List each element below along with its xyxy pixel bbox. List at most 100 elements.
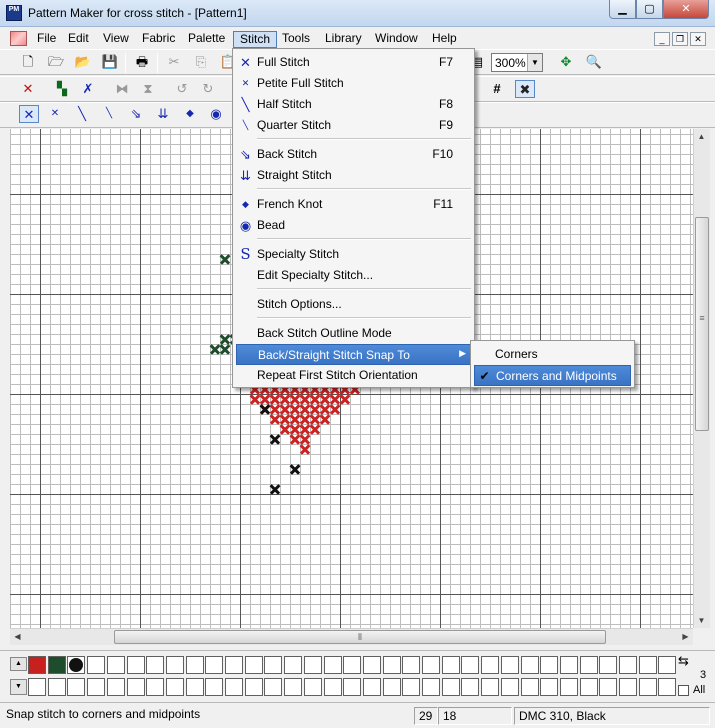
mdi-minimize-button[interactable]: _ [654,32,670,46]
palette-slot-empty[interactable] [47,678,66,696]
palette-slot-empty[interactable] [106,656,125,674]
fill-icon[interactable]: ▚ [52,80,72,98]
palette-slot-empty[interactable] [343,678,362,696]
palette-slot-empty[interactable] [559,656,578,674]
menu-window[interactable]: Window [369,31,424,48]
palette-slot-empty[interactable] [28,678,46,696]
menu-help[interactable]: Help [426,31,463,48]
palette-down-icon[interactable]: ▼ [10,679,27,695]
print-icon[interactable]: 🖶 [132,53,152,71]
bead-tool-icon[interactable]: ◉ [206,105,226,123]
menu-item-back-stitch-outline-mode[interactable]: Back Stitch Outline Mode [236,323,471,344]
palette-slot-empty[interactable] [165,678,184,696]
horizontal-scrollbar[interactable]: ◀ ⦀ ▶ [10,628,693,645]
palette-slot-empty[interactable] [461,656,480,674]
back-stitch-tool-icon[interactable]: ⇘ [126,105,146,123]
palette-slot-empty[interactable] [540,656,559,674]
palette-slot-empty[interactable] [303,678,322,696]
palette-slot-empty[interactable] [146,678,165,696]
palette-slot-empty[interactable] [559,678,578,696]
mdi-restore-button[interactable]: ❐ [672,32,688,46]
palette-slot-empty[interactable] [520,656,539,674]
palette-slot-empty[interactable] [205,678,224,696]
palette-slot-empty[interactable] [205,656,224,674]
palette-slot-empty[interactable] [362,678,381,696]
palette-slot-empty[interactable] [126,678,145,696]
copy-icon[interactable]: ⎘ [191,53,211,71]
replace-icon[interactable]: ✗ [78,80,98,98]
maximize-button[interactable]: ▢ [636,0,663,19]
flip-horizontal-icon[interactable]: ⧓ [112,80,132,98]
show-stitches-icon[interactable]: ✖ [515,80,535,98]
rotate-left-icon[interactable]: ↺ [172,80,192,98]
palette-slot-empty[interactable] [638,678,657,696]
scroll-down-icon[interactable]: ▼ [694,613,709,628]
palette-slot-empty[interactable] [382,656,401,674]
palette-slot-empty[interactable] [244,678,263,696]
palette-slot-empty[interactable] [599,678,618,696]
palette-slot-empty[interactable] [126,656,145,674]
palette-slot-empty[interactable] [638,656,657,674]
palette-slot-empty[interactable] [146,656,165,674]
palette-slot-empty[interactable] [658,656,677,674]
palette-nav-icon[interactable]: ⇆ [678,653,689,669]
document-icon[interactable] [10,31,27,46]
open-icon[interactable]: 📂 [73,53,93,71]
palette-slot-empty[interactable] [619,678,637,696]
palette-slot-empty[interactable] [264,656,283,674]
palette-slot-empty[interactable] [87,678,106,696]
fit-to-window-icon[interactable]: ✥ [556,53,576,71]
menu-item-specialty-stitch[interactable]: S Specialty Stitch [236,244,471,265]
cut-icon[interactable]: ✂ [164,53,184,71]
palette-slot-empty[interactable] [106,678,125,696]
palette-slot-empty[interactable] [67,678,86,696]
palette-slot-empty[interactable] [441,656,460,674]
menu-item-back-stitch[interactable]: ⇘ Back Stitch F10 [236,144,471,165]
palette-slot-empty[interactable] [382,678,401,696]
palette-slot-empty[interactable] [402,656,421,674]
quarter-stitch-tool-icon[interactable]: ╲ [99,105,119,123]
menu-fabric[interactable]: Fabric [136,31,181,48]
menu-item-quarter-stitch[interactable]: ╲ Quarter Stitch F9 [236,115,471,136]
palette-slot-empty[interactable] [87,656,106,674]
menu-item-petite-full-stitch[interactable]: ✕ Petite Full Stitch [236,73,471,94]
menu-library[interactable]: Library [319,31,368,48]
palette-slot-empty[interactable] [422,656,440,674]
palette-slot-empty[interactable] [284,656,303,674]
zoom-tool-icon[interactable]: 🔍 [584,53,604,71]
menu-file[interactable]: File [31,31,62,48]
palette-slot-empty[interactable] [481,678,500,696]
palette-slot-empty[interactable] [599,656,618,674]
menu-item-stitch-options[interactable]: Stitch Options... [236,294,471,315]
menu-item-straight-stitch[interactable]: ⇊ Straight Stitch [236,165,471,186]
menu-stitch[interactable]: Stitch [233,31,278,48]
menu-item-bead[interactable]: ◉ Bead [236,215,471,236]
palette-slot-empty[interactable] [540,678,559,696]
scroll-up-icon[interactable]: ▲ [694,129,709,144]
french-knot-tool-icon[interactable]: ◆ [180,105,200,123]
menu-item-french-knot[interactable]: ◆ French Knot F11 [236,194,471,215]
palette-slot-empty[interactable] [244,656,263,674]
menu-item-edit-specialty-stitch[interactable]: Edit Specialty Stitch... [236,265,471,286]
app-icon[interactable]: PM [6,5,22,21]
grid-icon[interactable]: # [487,80,507,98]
half-stitch-tool-icon[interactable]: ╲ [72,105,92,123]
palette-slot-empty[interactable] [422,678,440,696]
palette-swatch[interactable] [47,656,66,674]
menu-edit[interactable]: Edit [62,31,95,48]
chevron-down-icon[interactable]: ▼ [527,54,542,71]
menu-view[interactable]: View [97,31,135,48]
rotate-right-icon[interactable]: ↻ [198,80,218,98]
mdi-close-button[interactable]: ✕ [690,32,706,46]
open-folder-icon[interactable]: 🗁 [46,53,66,71]
palette-slot-empty[interactable] [343,656,362,674]
palette-slot-empty[interactable] [441,678,460,696]
full-stitch-tool-icon[interactable]: ✕ [19,105,39,123]
palette-slot-empty[interactable] [185,678,204,696]
palette-slot-empty[interactable] [579,656,598,674]
minimize-button[interactable]: ▁ [609,0,636,19]
menu-tools[interactable]: Tools [276,31,316,48]
vertical-scroll-thumb[interactable]: ≡ [695,217,709,431]
petite-stitch-tool-icon[interactable]: ✕ [45,105,65,123]
menu-item-repeat-first-stitch[interactable]: Repeat First Stitch Orientation [236,365,471,386]
